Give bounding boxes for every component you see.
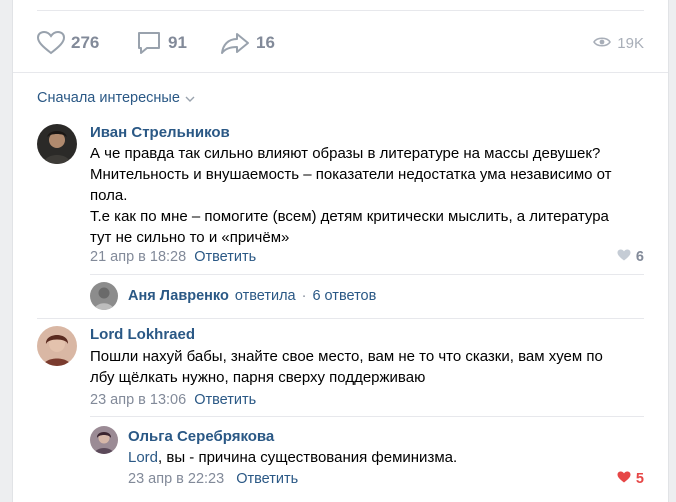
- share-arrow-icon: [220, 31, 250, 55]
- comment-author[interactable]: Ольга Серебрякова: [128, 428, 274, 445]
- heart-icon: [617, 249, 631, 265]
- post-actions-bar: 276 91 16 19K: [37, 28, 644, 58]
- comment-author[interactable]: Lord Lokhraed: [90, 326, 195, 343]
- reply-link[interactable]: Ответить: [194, 392, 256, 408]
- heart-icon: [37, 31, 65, 55]
- shares-count: 16: [256, 33, 275, 52]
- comment-author[interactable]: Иван Стрельников: [90, 124, 230, 141]
- views-count: 19K: [617, 34, 644, 52]
- comment-line: , вы - причина существования феминизма.: [158, 449, 458, 466]
- comment-date[interactable]: 23 апр в 13:06: [90, 392, 186, 408]
- comment-likes-count: 6: [635, 249, 644, 265]
- comment-line: лбу щёлкать нужно, парня сверху поддержи…: [90, 369, 426, 386]
- comment-line: А че правда так сильно влияют образы в л…: [90, 145, 601, 162]
- comment-button[interactable]: 91: [136, 28, 187, 58]
- eye-icon: [593, 35, 612, 52]
- comment-icon: [136, 30, 162, 56]
- comment-text: А че правда так сильно влияют образы в л…: [90, 143, 612, 248]
- avatar[interactable]: [37, 326, 77, 366]
- views-counter: 19K: [593, 28, 644, 58]
- heart-icon: [617, 471, 631, 487]
- top-divider: [37, 10, 644, 11]
- comment-meta: 21 апр в 18:28 Ответить: [90, 249, 256, 265]
- comment-text: Lord, вы - причина существования феминиз…: [128, 447, 457, 468]
- replies-preview[interactable]: Аня Лавренко ответила · 6 ответов: [90, 282, 376, 310]
- comment-text: Пошли нахуй бабы, знайте свое место, вам…: [90, 346, 603, 388]
- post-card: 276 91 16 19K Сначала интересные Иван Ст…: [12, 0, 669, 502]
- reply-link[interactable]: Ответить: [236, 471, 298, 487]
- reply-link[interactable]: Ответить: [194, 249, 256, 265]
- sort-label: Сначала интересные: [37, 90, 180, 106]
- share-button[interactable]: 16: [220, 28, 275, 58]
- comment-line: Мнительность и внушаемость – показатели …: [90, 166, 612, 183]
- mention-link[interactable]: Lord: [128, 449, 158, 466]
- comment-date[interactable]: 23 апр в 22:23: [128, 471, 224, 487]
- comment-line: Т.е как по мне – помогите (всем) детям к…: [90, 208, 609, 225]
- like-button[interactable]: 276: [37, 28, 99, 58]
- divider: [90, 274, 644, 275]
- actions-divider: [13, 72, 668, 73]
- replies-count-link[interactable]: 6 ответов: [312, 288, 376, 304]
- separator-dot: ·: [301, 288, 307, 304]
- chevron-down-icon: [185, 90, 195, 106]
- reply-author[interactable]: Аня Лавренко: [128, 288, 229, 304]
- comment-line: пола.: [90, 187, 128, 204]
- comment-like-button[interactable]: 5: [617, 471, 644, 487]
- comment-date[interactable]: 21 апр в 18:28: [90, 249, 186, 265]
- comment-line: Пошли нахуй бабы, знайте свое место, вам…: [90, 348, 603, 365]
- divider: [90, 416, 644, 417]
- reply-verb: ответила: [234, 288, 296, 304]
- likes-count: 276: [71, 33, 100, 52]
- sort-dropdown[interactable]: Сначала интересные: [37, 90, 195, 106]
- comment-meta: 23 апр в 13:06 Ответить: [90, 392, 256, 408]
- comments-count: 91: [168, 33, 187, 52]
- avatar[interactable]: [90, 282, 118, 310]
- comment-line: тут не сильно то и «причём»: [90, 229, 290, 246]
- divider: [37, 318, 644, 319]
- avatar[interactable]: [90, 426, 118, 454]
- comment-likes-count: 5: [635, 471, 644, 487]
- comment-meta: 23 апр в 22:23 Ответить: [128, 471, 298, 487]
- comment-like-button[interactable]: 6: [617, 249, 644, 265]
- avatar[interactable]: [37, 124, 77, 164]
